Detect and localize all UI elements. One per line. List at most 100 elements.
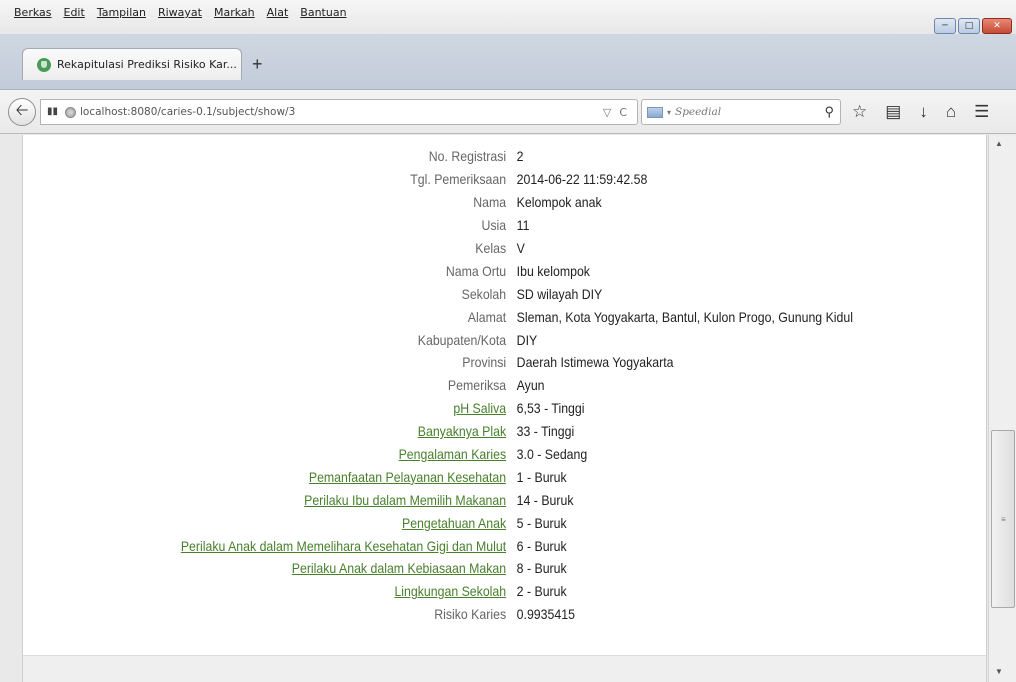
- property-label-link[interactable]: Pengalaman Karies: [84, 446, 517, 462]
- property-row: Pengalaman Karies 3.0 - Sedang: [84, 443, 933, 466]
- property-label-link[interactable]: Perilaku Ibu dalam Memilih Makanan: [84, 492, 517, 508]
- property-label: Sekolah: [461, 285, 507, 302]
- property-value: Ayun: [516, 377, 545, 394]
- property-label: Kabupaten/Kota: [417, 331, 507, 348]
- property-value: 8 - Buruk: [516, 560, 567, 577]
- property-label: Tgl. Pemeriksaan: [410, 171, 507, 188]
- property-label-link[interactable]: Lingkungan Sekolah: [84, 583, 517, 599]
- property-label: Pemeriksa: [447, 377, 507, 394]
- property-row: Provinsi Daerah Istimewa Yogyakarta: [84, 351, 933, 374]
- property-value: DIY: [516, 331, 538, 348]
- property-row: Kelas V: [84, 237, 933, 260]
- property-row: Pengetahuan Anak 5 - Buruk: [84, 511, 933, 534]
- search-icon[interactable]: ⚲: [824, 105, 834, 120]
- favicon-icon: [37, 57, 51, 72]
- property-value: 6,53 - Tinggi: [516, 400, 585, 417]
- property-row: Tgl. Pemeriksaan 2014-06-22 11:59:42.58: [84, 168, 933, 191]
- url-text: localhost:8080/caries-0.1/subject/show/3: [80, 106, 296, 118]
- search-placeholder: Speedial: [675, 106, 722, 118]
- search-engine-icon[interactable]: [647, 106, 663, 118]
- menu-item-alat[interactable]: Alat: [267, 6, 289, 19]
- property-value: 2014-06-22 11:59:42.58: [516, 171, 648, 188]
- tab-strip: Rekapitulasi Prediksi Risiko Kar... +: [0, 34, 1016, 90]
- property-value: 33 - Tinggi: [516, 423, 575, 440]
- property-value: 2 - Buruk: [516, 583, 567, 600]
- property-label: Risiko Karies: [434, 606, 507, 623]
- property-label-link[interactable]: Pemanfaatan Pelayanan Kesehatan: [84, 469, 517, 485]
- property-label-link[interactable]: Perilaku Anak dalam Kebiasaan Makan: [84, 560, 517, 576]
- property-row: Sekolah SD wilayah DIY: [84, 282, 933, 305]
- property-label: Nama Ortu: [445, 262, 507, 279]
- property-value: SD wilayah DIY: [516, 285, 603, 302]
- home-icon[interactable]: ⌂: [946, 102, 956, 122]
- globe-icon: [65, 106, 76, 118]
- tab-title: Rekapitulasi Prediksi Risiko Kar...: [57, 58, 237, 71]
- bookmark-star-icon[interactable]: ☆: [852, 102, 867, 122]
- property-label: No. Registrasi: [428, 148, 507, 165]
- property-label-link[interactable]: Perilaku Anak dalam Memelihara Kesehatan…: [84, 538, 517, 554]
- property-value: 3.0 - Sedang: [516, 446, 588, 463]
- menu-item-berkas[interactable]: Berkas: [14, 6, 52, 19]
- menu-item-markah[interactable]: Markah: [214, 6, 255, 19]
- property-value: 11: [516, 217, 530, 234]
- property-value: Daerah Istimewa Yogyakarta: [516, 354, 674, 371]
- scroll-thumb[interactable]: ≡: [991, 430, 1015, 608]
- search-engine-dropdown-icon[interactable]: ▾: [667, 108, 671, 117]
- new-tab-icon[interactable]: +: [252, 54, 263, 75]
- property-row: Nama Kelompok anak: [84, 191, 933, 214]
- property-label: Kelas: [475, 240, 507, 256]
- download-icon[interactable]: ↓: [919, 102, 928, 122]
- button-bar: [23, 655, 986, 682]
- property-list: No. Registrasi 2 Tgl. Pemeriksaan 2014-06-2…: [84, 145, 933, 626]
- scroll-up-icon[interactable]: ▲: [995, 139, 1003, 148]
- property-value: V: [516, 240, 525, 256]
- menu-items: Berkas Edit Tampilan Riwayat Markah Alat Bantu…: [14, 6, 347, 19]
- reload-icon[interactable]: C: [619, 106, 627, 119]
- bookmarks-list-icon[interactable]: ▤: [885, 102, 901, 122]
- property-value: Sleman, Kota Yogyakarta, Bantul, Kulon P…: [516, 308, 853, 325]
- property-row: Banyaknya Plak 33 - Tinggi: [84, 420, 933, 443]
- menu-bar: Berkas Edit Tampilan Riwayat Markah Alat Bantu…: [0, 0, 1016, 34]
- property-row: Perilaku Anak dalam Kebiasaan Makan 8 - B…: [84, 557, 933, 580]
- property-label: Provinsi: [462, 354, 507, 371]
- property-label-link[interactable]: Pengetahuan Anak: [84, 515, 517, 531]
- page-content: No. Registrasi 2 Tgl. Pemeriksaan 2014-06-2…: [22, 135, 987, 682]
- property-row: Alamat Sleman, Kota Yogyakarta, Bantul, K…: [84, 305, 933, 328]
- property-row: Kabupaten/Kota DIY: [84, 328, 933, 351]
- property-row: Risiko Karies 0.9935415: [84, 603, 933, 626]
- property-row: No. Registrasi 2: [84, 145, 933, 168]
- property-value: 0.9935415: [516, 606, 575, 623]
- window-controls: ─ □ ✕: [934, 18, 1012, 34]
- property-label-link[interactable]: pH Saliva: [84, 400, 517, 416]
- property-row: Usia 11: [84, 214, 933, 237]
- scroll-down-icon[interactable]: ▼: [995, 667, 1003, 676]
- menu-item-tampilan[interactable]: Tampilan: [97, 6, 146, 19]
- url-bar[interactable]: ▮▮ localhost:8080/caries-0.1/subject/sho…: [40, 99, 638, 125]
- property-value: Ibu kelompok: [516, 262, 590, 279]
- menu-icon[interactable]: ☰: [974, 102, 989, 122]
- property-value: Kelompok anak: [516, 194, 602, 211]
- property-label: Alamat: [467, 308, 507, 325]
- minimize-icon[interactable]: ─: [934, 18, 956, 34]
- dropdown-arrow-icon[interactable]: ▽: [603, 106, 611, 119]
- property-value: 5 - Buruk: [516, 514, 567, 531]
- property-value: 1 - Buruk: [516, 468, 567, 485]
- property-value: 14 - Buruk: [516, 491, 574, 508]
- maximize-icon[interactable]: □: [958, 18, 980, 34]
- menu-item-riwayat[interactable]: Riwayat: [158, 6, 202, 19]
- property-row: Pemeriksa Ayun: [84, 374, 933, 397]
- back-arrow-icon[interactable]: 🡠: [8, 98, 36, 126]
- nav-bar: 🡠 ▮▮ localhost:8080/caries-0.1/subject/s…: [0, 90, 1016, 134]
- property-row: Pemanfaatan Pelayanan Kesehatan 1 - Buruk: [84, 465, 933, 488]
- close-icon[interactable]: ✕: [982, 18, 1012, 34]
- property-label-link[interactable]: Banyaknya Plak: [84, 423, 517, 439]
- tab-active[interactable]: Rekapitulasi Prediksi Risiko Kar...: [22, 48, 242, 80]
- property-row: Lingkungan Sekolah 2 - Buruk: [84, 580, 933, 603]
- menu-item-edit[interactable]: Edit: [64, 6, 85, 19]
- property-row: Perilaku Anak dalam Memelihara Kesehatan…: [84, 534, 933, 557]
- menu-item-bantuan[interactable]: Bantuan: [300, 6, 346, 19]
- property-label: Usia: [481, 217, 507, 234]
- property-row: Nama Ortu Ibu kelompok: [84, 259, 933, 282]
- search-bar[interactable]: ▾ Speedial ⚲: [641, 99, 841, 125]
- vertical-scrollbar[interactable]: ▲ ≡ ▼: [988, 135, 1016, 682]
